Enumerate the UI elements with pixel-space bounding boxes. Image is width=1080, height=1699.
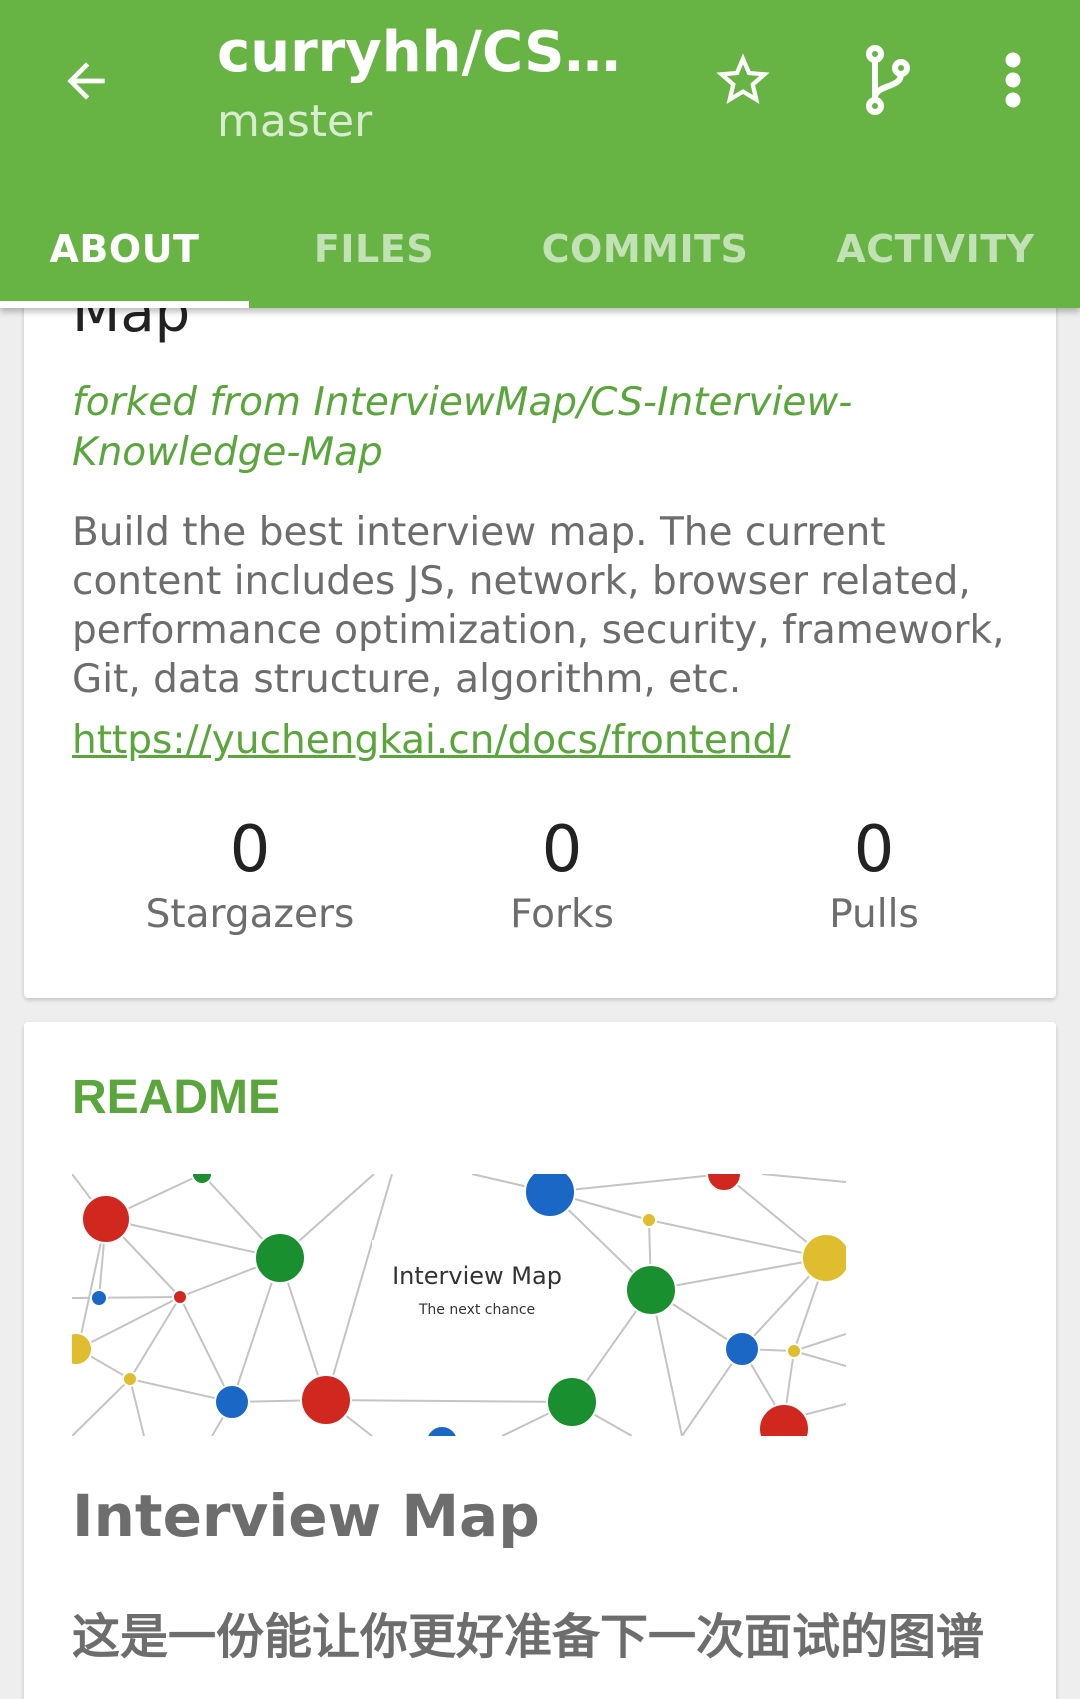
- stargazers-label: Stargazers: [145, 892, 355, 937]
- tab-about[interactable]: ABOUT: [0, 190, 249, 308]
- star-outline-icon: [716, 53, 770, 104]
- pulls-count: 0: [853, 813, 895, 887]
- forks-label: Forks: [510, 892, 614, 937]
- banner-subtitle: The next chance: [418, 1302, 535, 1318]
- pulls-label: Pulls: [829, 892, 919, 937]
- tab-activity[interactable]: ACTIVITY: [791, 190, 1080, 308]
- app-toolbar: curryhh/CS-In… master: [0, 0, 1080, 308]
- repo-title: curryhh/CS-In…: [217, 20, 637, 85]
- tab-files[interactable]: FILES: [249, 190, 499, 308]
- repo-stats: 0 Stargazers 0 Forks 0 Pulls: [72, 810, 1008, 980]
- banner-title: Interview Map: [392, 1262, 562, 1290]
- active-tab-indicator: [0, 301, 249, 308]
- branch-button[interactable]: [847, 40, 927, 120]
- back-button[interactable]: [50, 45, 122, 117]
- repo-description: Build the best interview map. The curren…: [72, 510, 1005, 702]
- forks-count: 0: [541, 813, 583, 887]
- repo-about-card: Map forked from InterviewMap/CS-Intervie…: [24, 230, 1056, 998]
- repo-tabs: ABOUT FILES COMMITS ACTIVITY: [0, 190, 1080, 308]
- readme-heading: Interview Map: [72, 1482, 540, 1550]
- readme-card: README Interview Map The next chance Int…: [24, 1022, 1056, 1699]
- forked-from-link[interactable]: forked from InterviewMap/CS-Interview-Kn…: [72, 378, 972, 478]
- star-button[interactable]: [703, 40, 783, 120]
- git-branch-icon: [866, 45, 910, 115]
- arrow-left-icon: [67, 62, 105, 100]
- forks-stat[interactable]: 0 Forks: [432, 810, 692, 940]
- readme-label: README: [72, 1071, 281, 1124]
- homepage-link[interactable]: https://yuchengkai.cn/docs/frontend/: [72, 716, 790, 766]
- more-vertical-icon: [1005, 52, 1021, 108]
- network-graph-illustration: Interview Map The next chance: [72, 1174, 846, 1436]
- readme-banner-image[interactable]: Interview Map The next chance: [72, 1174, 846, 1436]
- tab-commits[interactable]: COMMITS: [499, 190, 791, 308]
- more-options-button[interactable]: [973, 40, 1053, 120]
- readme-paragraph: 这是一份能让你更好准备下一次面试的图谱: [72, 1609, 985, 1665]
- pulls-stat[interactable]: 0 Pulls: [744, 810, 1004, 940]
- stargazers-count: 0: [229, 813, 271, 887]
- stargazers-stat[interactable]: 0 Stargazers: [120, 810, 380, 940]
- app-screen: Map forked from InterviewMap/CS-Intervie…: [0, 0, 1080, 1699]
- branch-subtitle[interactable]: master: [217, 92, 372, 152]
